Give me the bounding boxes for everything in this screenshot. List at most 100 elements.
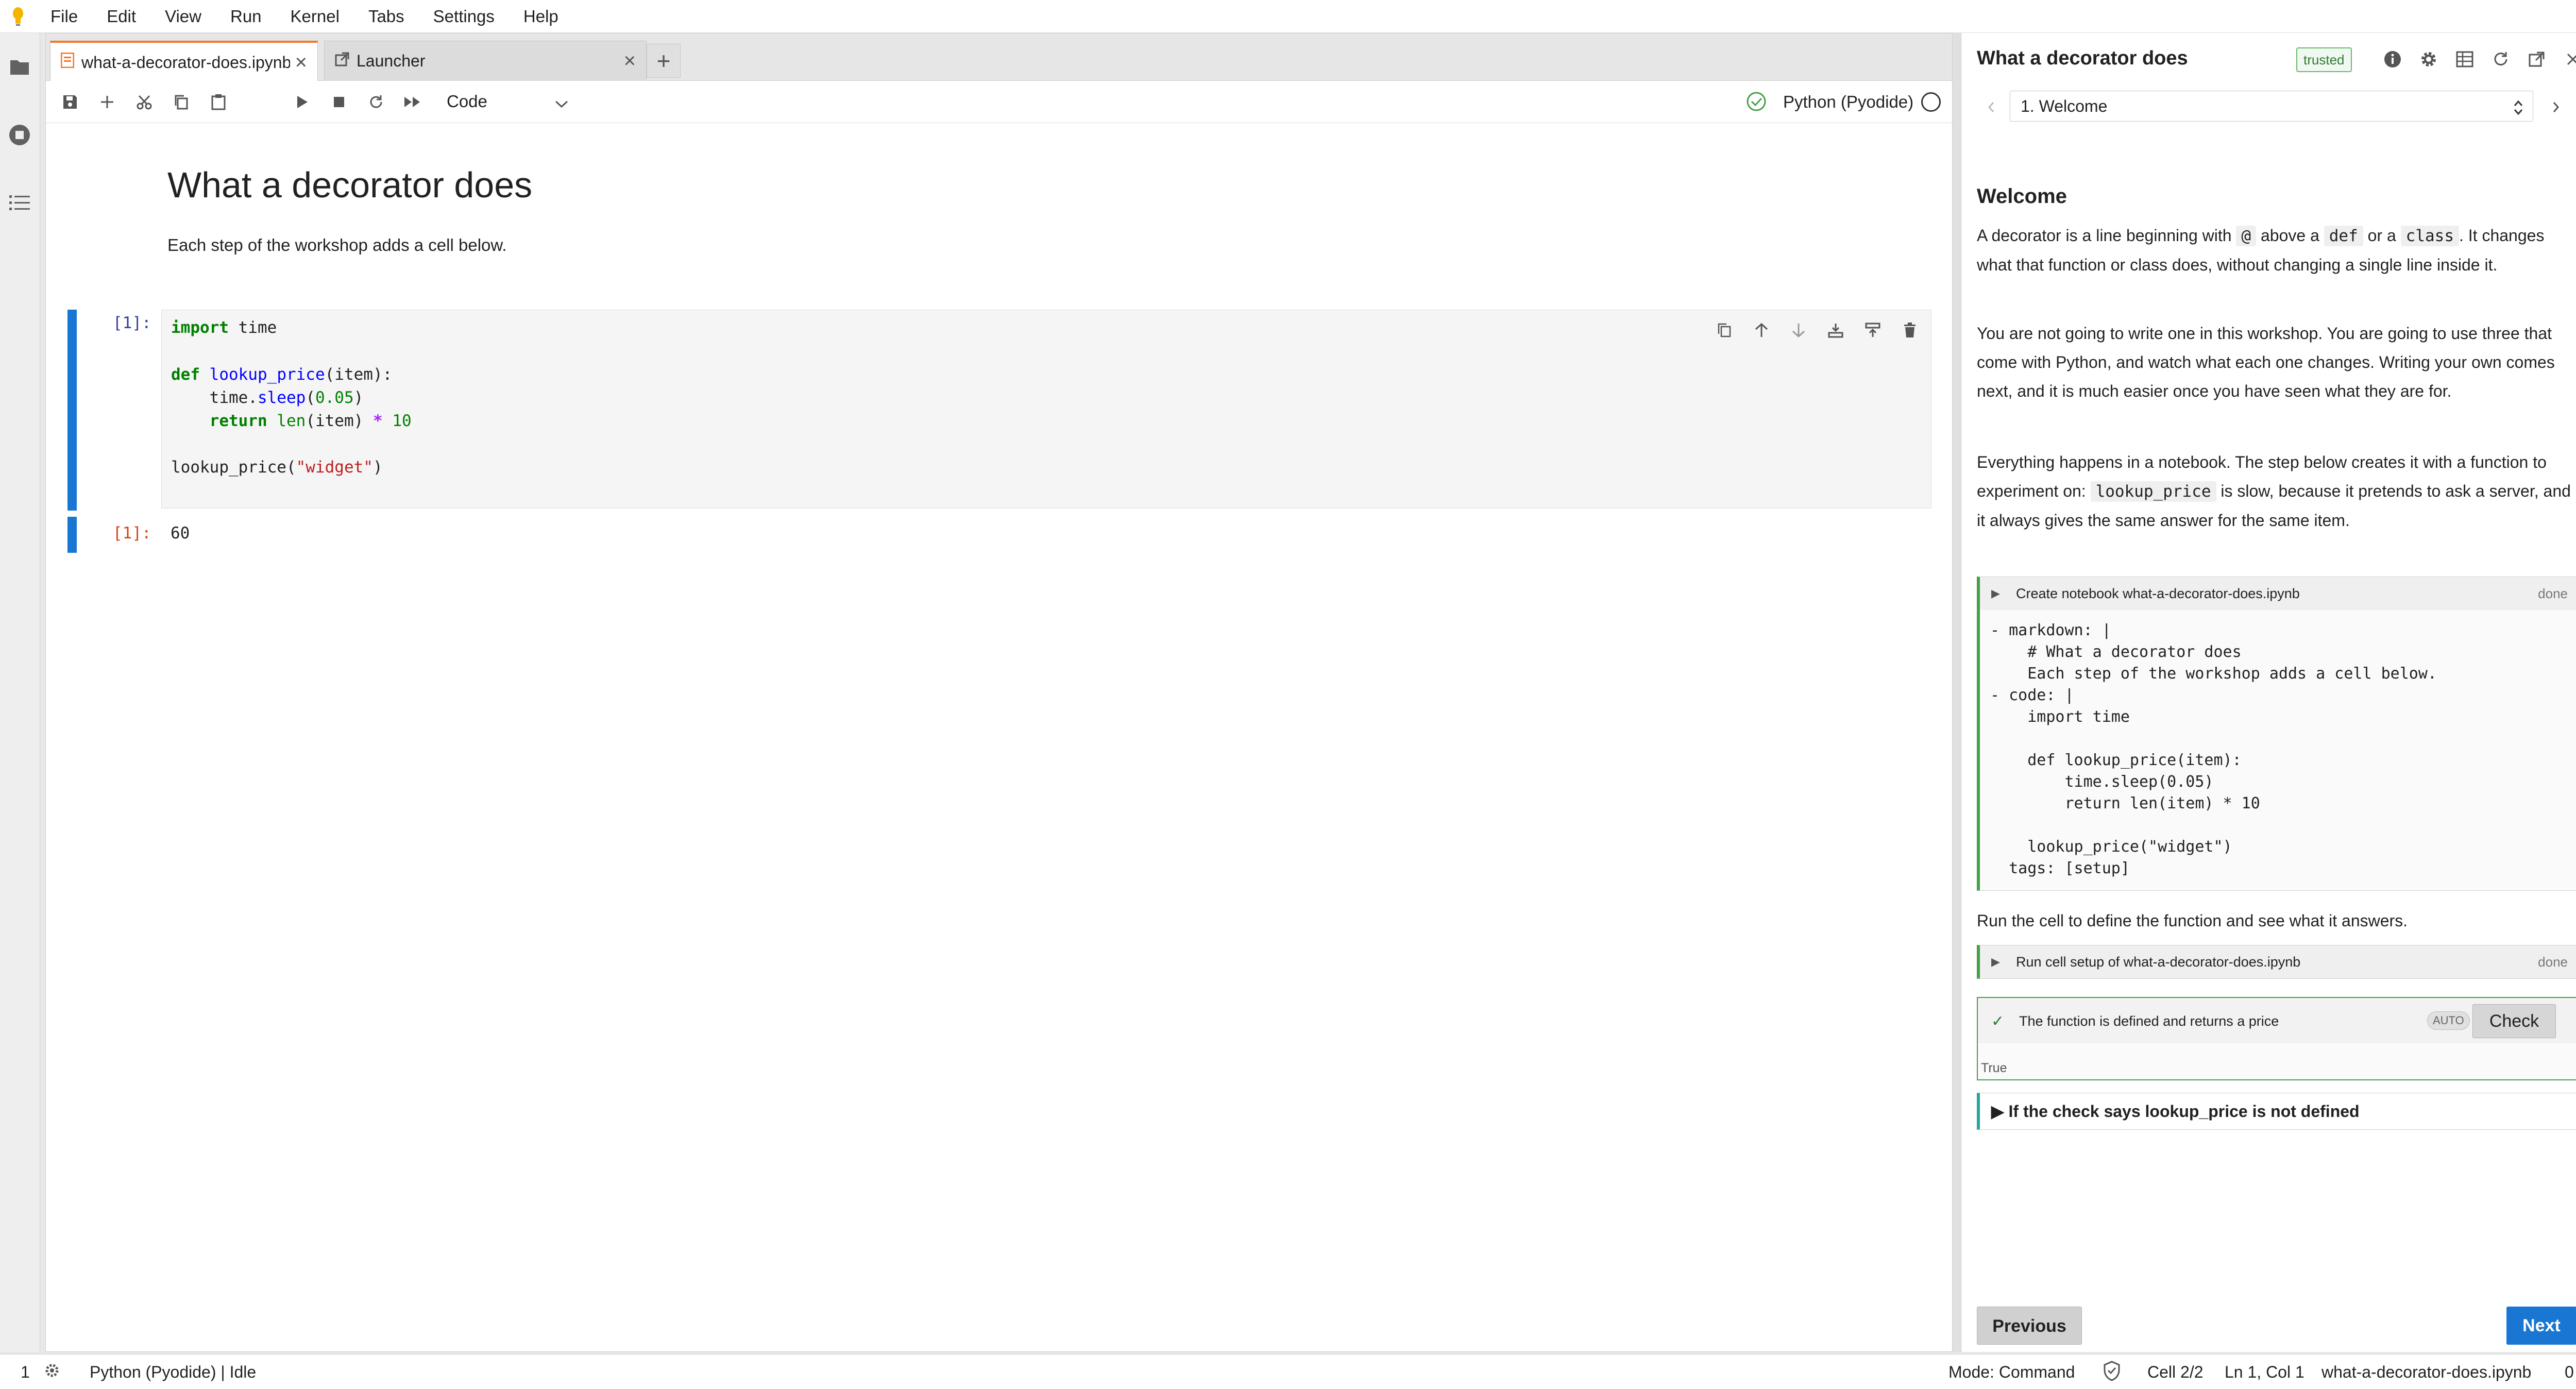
step-heading: Welcome: [1977, 185, 2067, 208]
close-icon[interactable]: ×: [295, 51, 307, 74]
paragraph-notebook: Everything happens in a notebook. The st…: [1977, 453, 2571, 530]
guide-title: What a decorator does: [1977, 47, 2188, 69]
stop-icon[interactable]: [326, 89, 352, 115]
duplicate-cell-icon[interactable]: [1711, 317, 1737, 343]
menu-edit[interactable]: Edit: [92, 0, 150, 33]
file-name: what-a-decorator-does.ipynb: [2321, 1363, 2532, 1381]
info-icon[interactable]: [2380, 46, 2405, 72]
run-cell-step: ▶ Run cell setup of what-a-decorator-doe…: [1977, 945, 2576, 979]
notebook-toolbar: Code Python (Pyodide): [46, 81, 1952, 123]
delete-cell-icon[interactable]: [1897, 317, 1923, 343]
menu-file[interactable]: File: [36, 0, 92, 33]
tab-launcher[interactable]: Launcher ×: [324, 41, 647, 81]
menu-view[interactable]: View: [150, 0, 216, 33]
panel-splitter[interactable]: [1953, 33, 1961, 1352]
move-down-icon[interactable]: [1786, 317, 1811, 343]
next-step-icon[interactable]: [2545, 96, 2567, 118]
cursor-position[interactable]: Ln 1, Col 1: [2225, 1363, 2304, 1382]
workshop-guide-panel: What a decorator does trusted 1. Welcome: [1961, 33, 2576, 1352]
refresh-icon[interactable]: [2488, 46, 2514, 72]
paste-icon[interactable]: [206, 89, 231, 115]
insert-below-icon[interactable]: [1823, 317, 1849, 343]
code-line-4: time.sleep(0.05): [171, 388, 364, 407]
close-icon[interactable]: [2560, 46, 2576, 72]
run-cell-step-header[interactable]: ▶ Run cell setup of what-a-decorator-doe…: [1980, 945, 2576, 978]
menu-run[interactable]: Run: [216, 0, 276, 33]
tab-bar: what-a-decorator-does.ipynb × Launcher ×…: [46, 33, 1952, 82]
add-tab-button[interactable]: +: [647, 44, 681, 78]
yaml-line: - code: |: [1990, 686, 2074, 704]
checkmark-icon: ✓: [1991, 1013, 2005, 1030]
insert-above-icon[interactable]: [1860, 317, 1886, 343]
copy-icon[interactable]: [168, 89, 194, 115]
notebook-title: What a decorator does: [167, 165, 533, 205]
previous-button[interactable]: Previous: [1977, 1307, 2082, 1345]
status-count[interactable]: 1: [21, 1363, 30, 1382]
output-value: 60: [171, 524, 190, 543]
paragraph-intro: A decorator is a line beginning with @ a…: [1977, 226, 2545, 274]
menu-bar: File Edit View Run Kernel Tabs Settings …: [0, 0, 2576, 33]
chevron-down-icon: [555, 93, 568, 113]
create-notebook-step: ▶ Create notebook what-a-decorator-does.…: [1977, 577, 2576, 891]
tab-notebook-label: what-a-decorator-does.ipynb: [81, 53, 290, 72]
save-icon[interactable]: [57, 89, 83, 115]
kernel-status[interactable]: Python (Pyodide) | Idle: [90, 1363, 256, 1382]
yaml-line: - markdown: |: [1990, 621, 2111, 639]
cell-type-select[interactable]: Code: [447, 88, 568, 115]
step-select[interactable]: 1. Welcome: [2010, 91, 2533, 122]
kernel-gear-icon[interactable]: [43, 1362, 61, 1383]
code-cell[interactable]: import time def lookup_price(item): time…: [161, 310, 1931, 509]
yaml-line: # What a decorator does: [1990, 643, 2242, 661]
restart-icon[interactable]: [363, 89, 389, 115]
check-result: True: [1981, 1061, 2007, 1075]
insert-cell-icon[interactable]: [94, 89, 120, 115]
launcher-icon: [335, 52, 349, 71]
menu-settings[interactable]: Settings: [419, 0, 509, 33]
kernel-idle-icon: [1921, 92, 1941, 112]
cut-icon[interactable]: [131, 89, 157, 115]
next-button[interactable]: Next: [2506, 1307, 2576, 1345]
yaml-line: Each step of the workshop adds a cell be…: [1990, 665, 2437, 683]
menu-tabs[interactable]: Tabs: [354, 0, 419, 33]
guide-header: What a decorator does trusted: [1961, 33, 2576, 84]
yaml-line: time.sleep(0.05): [1990, 773, 2214, 791]
auto-badge: AUTO: [2427, 1011, 2470, 1030]
tab-launcher-label: Launcher: [357, 52, 426, 70]
kernel-name[interactable]: Python (Pyodide): [1783, 92, 1913, 112]
paragraph-workshop: You are not going to write one in this w…: [1977, 324, 2555, 400]
code-line-1: import time: [171, 318, 277, 337]
cell-indicator: Cell 2/2: [2147, 1363, 2204, 1381]
move-up-icon[interactable]: [1749, 317, 1774, 343]
previous-step-icon[interactable]: [1980, 96, 2003, 118]
check-step: ✓ The function is defined and returns a …: [1977, 997, 2576, 1080]
open-external-icon[interactable]: [2524, 46, 2550, 72]
folder-icon[interactable]: [7, 55, 32, 79]
menu-help[interactable]: Help: [509, 0, 573, 33]
step-select-value: 1. Welcome: [2021, 97, 2108, 115]
tab-notebook[interactable]: what-a-decorator-does.ipynb ×: [50, 41, 318, 82]
check-button[interactable]: Check: [2472, 1004, 2556, 1038]
code-line-7: lookup_price("widget"): [171, 458, 383, 477]
expand-triangle-icon: ▶: [1991, 587, 2000, 600]
notebook-subtitle: Each step of the workshop adds a cell be…: [167, 235, 507, 255]
close-icon[interactable]: ×: [624, 49, 636, 73]
yaml-line: def lookup_price(item):: [1990, 751, 2242, 769]
notebook-icon: [60, 52, 75, 72]
run-all-icon[interactable]: [399, 89, 425, 115]
menu-kernel[interactable]: Kernel: [276, 0, 354, 33]
jupyter-logo-icon: [0, 0, 36, 33]
step-status: done: [2538, 586, 2568, 601]
run-cell-icon[interactable]: [289, 89, 315, 115]
notification-count: 0: [2565, 1363, 2574, 1381]
shield-icon: [2103, 1361, 2121, 1385]
table-icon[interactable]: [2452, 46, 2478, 72]
active-cell-marker: [67, 310, 77, 511]
hint-label: If the check says lookup_price is not de…: [2008, 1102, 2360, 1121]
running-kernels-icon[interactable]: [7, 123, 32, 147]
create-notebook-step-header[interactable]: ▶ Create notebook what-a-decorator-does.…: [1980, 577, 2576, 610]
input-prompt: [1]:: [113, 314, 151, 332]
table-of-contents-icon[interactable]: [7, 191, 32, 215]
gear-icon[interactable]: [2416, 46, 2442, 72]
hint-disclosure[interactable]: ▶ If the check says lookup_price is not …: [1977, 1093, 2576, 1130]
check-step-header: ✓ The function is defined and returns a …: [1978, 998, 2576, 1043]
